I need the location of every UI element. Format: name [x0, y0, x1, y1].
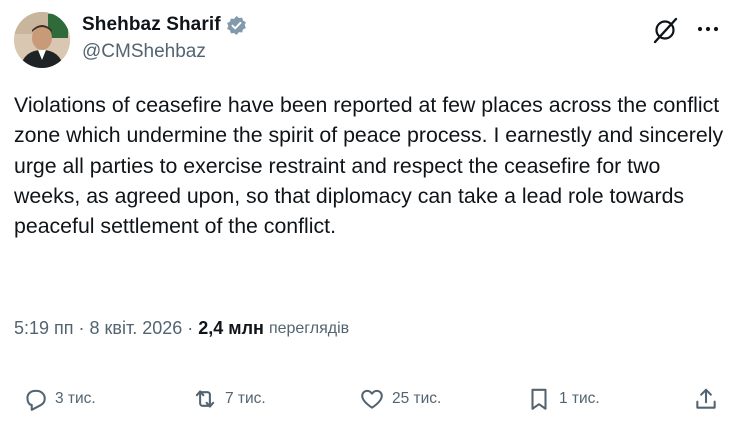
reply-button[interactable]: 3 тис. [22, 386, 96, 412]
tweet-meta: 5:19 пп · 8 квіт. 2026 · 2,4 млн перегля… [14, 318, 349, 339]
meta-separator: · [78, 318, 85, 338]
views-label: переглядів [268, 319, 350, 337]
verified-badge-icon [226, 15, 247, 36]
tweet-date[interactable]: 8 квіт. 2026 [90, 318, 183, 339]
views-count: 2,4 млн [198, 318, 264, 338]
meta-separator: · [187, 318, 194, 338]
grok-icon[interactable] [650, 15, 680, 45]
like-button[interactable]: 25 тис. [359, 386, 441, 412]
bookmark-button[interactable]: 1 тис. [526, 386, 600, 412]
like-count: 25 тис. [392, 390, 442, 407]
repost-button[interactable]: 7 тис. [192, 386, 266, 412]
reply-count: 3 тис. [55, 390, 96, 407]
heart-icon [361, 389, 383, 409]
reply-icon [26, 389, 46, 411]
bookmark-count: 1 тис. [559, 390, 600, 407]
tweet-time[interactable]: 5:19 пп [14, 318, 74, 339]
bookmark-icon [531, 388, 547, 410]
author-display-name[interactable]: Shehbaz Sharif [82, 14, 221, 36]
action-bar: 3 тис. 7 тис. 25 тис. 1 тис. [0, 386, 738, 416]
more-options-icon[interactable] [696, 18, 720, 40]
repost-icon [195, 390, 215, 408]
author-handle[interactable]: @CMShehbaz [82, 41, 206, 63]
share-icon [696, 388, 716, 409]
tweet-text: Violations of ceasefire have been report… [14, 93, 724, 239]
repost-count: 7 тис. [225, 390, 266, 407]
share-button[interactable] [693, 386, 719, 412]
avatar[interactable] [14, 12, 70, 68]
